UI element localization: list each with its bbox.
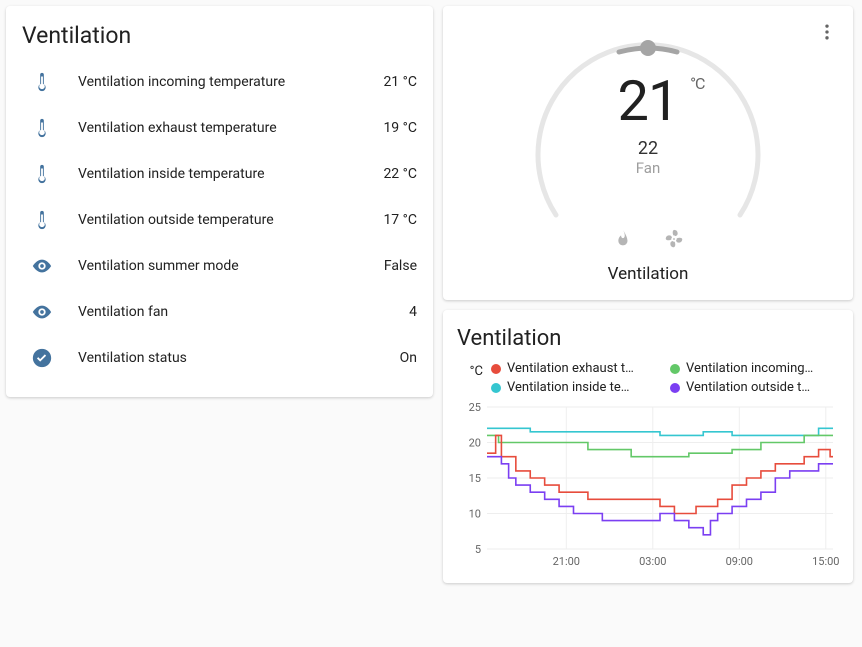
entity-row[interactable]: Ventilation fan 4	[22, 289, 417, 335]
chart-unit: °C	[457, 361, 483, 379]
chart-legend: Ventilation exhaust t… Ventilation incomi…	[491, 361, 839, 395]
legend-item[interactable]: Ventilation inside te…	[491, 380, 660, 395]
entity-row[interactable]: Ventilation status On	[22, 335, 417, 381]
check-circle-icon	[22, 347, 62, 369]
legend-label: Ventilation inside te…	[507, 380, 629, 395]
entity-label: Ventilation incoming temperature	[78, 74, 367, 90]
svg-text:21:00: 21:00	[553, 555, 580, 568]
entity-row[interactable]: Ventilation outside temperature 17 °C	[22, 197, 417, 243]
eye-icon	[22, 255, 62, 277]
history-chart-card: Ventilation °C Ventilation exhaust t…Ven…	[443, 310, 853, 583]
fan-icon	[663, 228, 685, 250]
sensors-card-title: Ventilation	[22, 22, 417, 49]
entity-label: Ventilation outside temperature	[78, 212, 367, 228]
thermostat-name: Ventilation	[608, 264, 689, 284]
legend-item[interactable]: Ventilation exhaust t…	[491, 361, 660, 376]
entity-label: Ventilation status	[78, 350, 384, 366]
legend-label: Ventilation incoming…	[686, 361, 813, 376]
entity-row[interactable]: Ventilation summer mode False	[22, 243, 417, 289]
hvac-heat-button[interactable]	[611, 228, 633, 250]
eye-icon	[22, 301, 62, 323]
entity-label: Ventilation fan	[78, 304, 393, 320]
entity-value: False	[384, 258, 417, 274]
legend-label: Ventilation exhaust t…	[507, 361, 634, 376]
svg-text:03:00: 03:00	[639, 555, 666, 568]
more-options-button[interactable]	[809, 14, 845, 50]
entity-value: On	[400, 350, 417, 366]
sensors-list: Ventilation incoming temperature21 °CVen…	[22, 59, 417, 381]
svg-text:09:00: 09:00	[726, 555, 753, 568]
entity-value: 21 °C	[383, 74, 417, 90]
chart-plot-area[interactable]: 5 10 15 20 25 21:00 03:00 09:00 15:00	[457, 401, 839, 571]
legend-label: Ventilation outside t…	[686, 380, 810, 395]
thermometer-icon	[22, 71, 62, 93]
svg-text:25: 25	[469, 401, 481, 414]
sensors-card: Ventilation Ventilation incoming tempera…	[6, 6, 433, 397]
entity-value: 22 °C	[383, 166, 417, 182]
thermostat-card: 21°C 22 Fan Ventilation	[443, 6, 853, 300]
legend-item[interactable]: Ventilation incoming…	[670, 361, 839, 376]
entity-value: 17 °C	[383, 212, 417, 228]
thermostat-target-temp: 22	[513, 138, 783, 159]
dots-vertical-icon	[817, 22, 837, 42]
svg-text:15:00: 15:00	[812, 555, 839, 568]
thermostat-mode: Fan	[513, 159, 783, 177]
hvac-fan-button[interactable]	[663, 228, 685, 250]
entity-label: Ventilation exhaust temperature	[78, 120, 367, 136]
svg-text:10: 10	[469, 508, 481, 521]
thermostat-dial[interactable]: 21°C 22 Fan	[513, 20, 783, 220]
thermostat-current-temp: 21°C	[618, 68, 679, 134]
entity-label: Ventilation inside temperature	[78, 166, 367, 182]
svg-text:5: 5	[475, 543, 481, 556]
svg-text:15: 15	[469, 472, 481, 485]
flame-icon	[611, 228, 633, 250]
chart-title: Ventilation	[457, 326, 839, 351]
entity-value: 4	[409, 304, 417, 320]
thermometer-icon	[22, 163, 62, 185]
entity-row[interactable]: Ventilation inside temperature 22 °C	[22, 151, 417, 197]
entity-label: Ventilation summer mode	[78, 258, 368, 274]
thermometer-icon	[22, 209, 62, 231]
entity-row[interactable]: Ventilation exhaust temperature 19 °C	[22, 105, 417, 151]
thermometer-icon	[22, 117, 62, 139]
svg-text:20: 20	[469, 437, 481, 450]
legend-item[interactable]: Ventilation outside t…	[670, 380, 839, 395]
entity-value: 19 °C	[383, 120, 417, 136]
entity-row[interactable]: Ventilation incoming temperature 21 °C	[22, 59, 417, 105]
